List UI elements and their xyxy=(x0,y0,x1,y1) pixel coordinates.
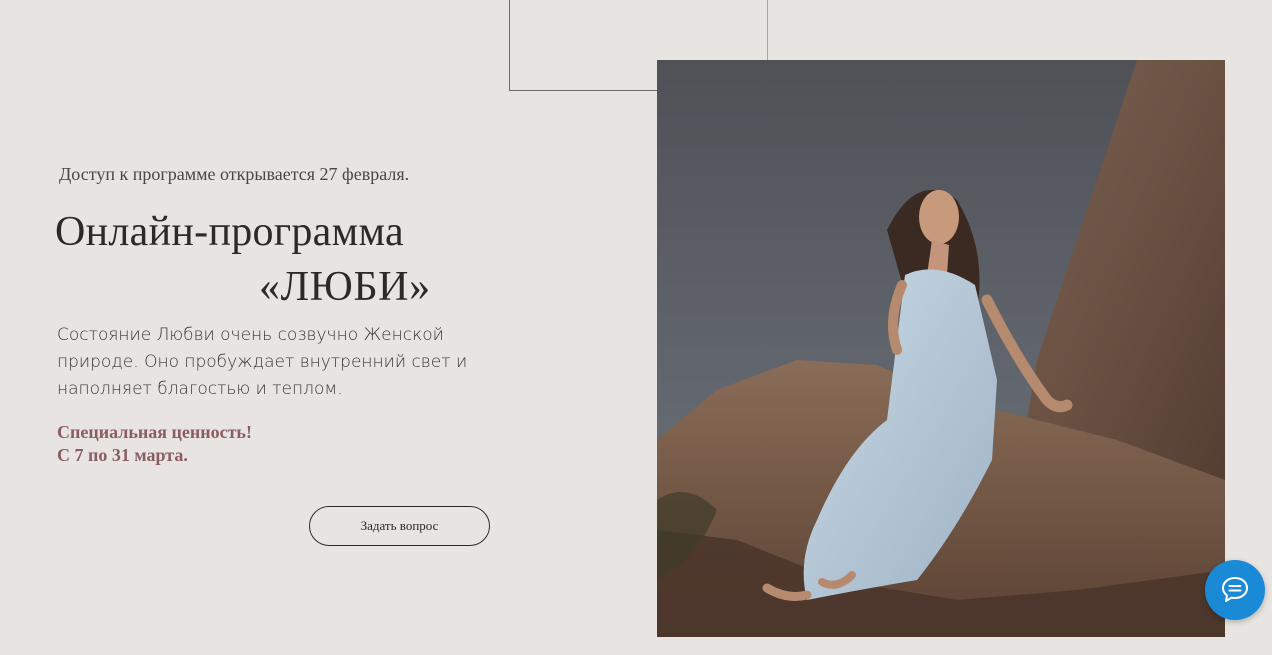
chat-widget-button[interactable] xyxy=(1205,560,1265,620)
ask-question-button[interactable]: Задать вопрос xyxy=(309,506,490,546)
hero-photo xyxy=(657,60,1225,637)
special-offer-title: Специальная ценность! xyxy=(57,422,252,442)
access-note: Доступ к программе открывается 27 феврал… xyxy=(59,164,410,184)
page-title-line-2: «ЛЮБИ» xyxy=(259,264,431,310)
chat-bubble-icon xyxy=(1222,577,1248,602)
program-description: Состояние Любви очень созвучно Женской п… xyxy=(57,325,468,399)
special-offer: Специальная ценность! С 7 по 31 марта. xyxy=(57,421,252,467)
hero-photo-illustration xyxy=(657,60,1225,637)
page-title-line-1: Онлайн-программа xyxy=(55,209,405,255)
special-offer-dates: С 7 по 31 марта. xyxy=(57,445,188,465)
